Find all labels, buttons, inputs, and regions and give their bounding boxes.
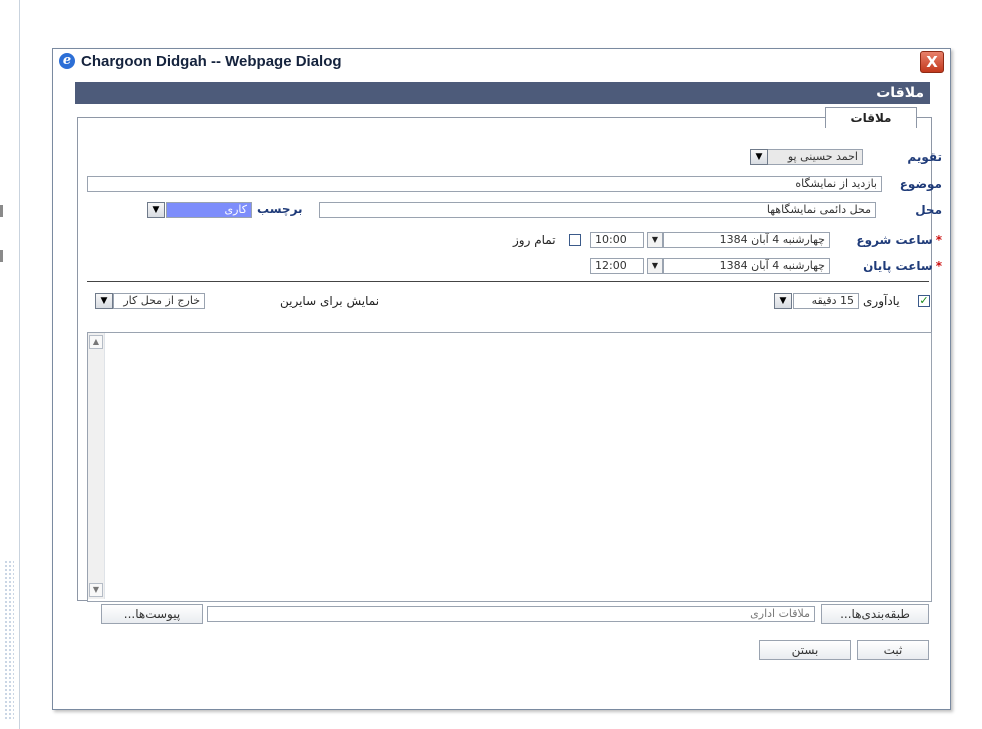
- show-others-select[interactable]: خارج از محل کار: [113, 293, 205, 309]
- subject-label: موضوع: [899, 177, 942, 191]
- chevron-down-icon[interactable]: ▼: [647, 258, 663, 274]
- required-mark: *: [935, 259, 942, 273]
- location-label: محل: [915, 203, 942, 217]
- header-title: ملاقات: [876, 85, 924, 101]
- tab-meeting[interactable]: ملاقات: [825, 107, 917, 128]
- chevron-down-icon[interactable]: ▼: [750, 149, 768, 165]
- window-title: Chargoon Didgah -- Webpage Dialog: [81, 53, 342, 70]
- dialog-window: e Chargoon Didgah -- Webpage Dialog X مل…: [52, 48, 951, 710]
- end-label-text: ساعت پایان: [863, 259, 933, 273]
- tag-select[interactable]: کاری: [166, 202, 252, 218]
- section-divider: [87, 281, 929, 282]
- edge-pattern: [4, 560, 14, 720]
- edge-marker: [0, 250, 3, 262]
- calendar-label: تقویم: [907, 150, 942, 164]
- end-label: *ساعت پایان: [863, 258, 942, 274]
- chevron-down-icon[interactable]: ▼: [647, 232, 663, 248]
- close-icon[interactable]: X: [920, 51, 944, 73]
- end-date-input[interactable]: چهارشنبه 4 آبان 1384: [663, 258, 830, 274]
- categories-button[interactable]: طبقه‌بندی‌ها...: [821, 604, 929, 624]
- close-button[interactable]: بستن: [759, 640, 851, 660]
- body-editor[interactable]: ▲ ▼: [87, 332, 932, 602]
- reminder-select[interactable]: 15 دقیقه: [793, 293, 859, 309]
- start-label-text: ساعت شروع: [856, 233, 933, 247]
- attachments-button[interactable]: پیوست‌ها...: [101, 604, 203, 624]
- categories-input[interactable]: ملاقات اداری: [207, 606, 815, 622]
- end-time-input[interactable]: 12:00: [590, 258, 644, 274]
- reminder-label: یادآوری: [863, 294, 900, 308]
- subject-input[interactable]: بازدید از نمایشگاه: [87, 176, 882, 192]
- tag-label: برچسب: [257, 202, 303, 216]
- scroll-down-icon[interactable]: ▼: [89, 583, 103, 597]
- edge-marker: [0, 205, 3, 217]
- background-edge: [0, 0, 20, 729]
- start-label: *ساعت شروع: [856, 232, 942, 248]
- chevron-down-icon[interactable]: ▼: [774, 293, 792, 309]
- reminder-checkbox[interactable]: ✓: [918, 295, 930, 307]
- all-day-checkbox[interactable]: [569, 234, 581, 246]
- chevron-down-icon[interactable]: ▼: [95, 293, 113, 309]
- all-day-label: تمام روز: [513, 233, 556, 247]
- chevron-down-icon[interactable]: ▼: [147, 202, 165, 218]
- ie-icon: e: [59, 53, 75, 69]
- title-bar[interactable]: e Chargoon Didgah -- Webpage Dialog X: [53, 49, 950, 75]
- start-date-input[interactable]: چهارشنبه 4 آبان 1384: [663, 232, 830, 248]
- start-time-input[interactable]: 10:00: [590, 232, 644, 248]
- scroll-up-icon[interactable]: ▲: [89, 335, 103, 349]
- dialog-header: ملاقات: [75, 82, 930, 104]
- editor-scrollbar[interactable]: ▲ ▼: [88, 333, 105, 599]
- submit-button[interactable]: ثبت: [857, 640, 929, 660]
- location-input[interactable]: محل دائمی نمایشگاهها: [319, 202, 876, 218]
- show-others-label: نمایش برای سایرین: [280, 294, 380, 308]
- calendar-select[interactable]: احمد حسینی پو: [767, 149, 863, 165]
- required-mark: *: [935, 233, 942, 247]
